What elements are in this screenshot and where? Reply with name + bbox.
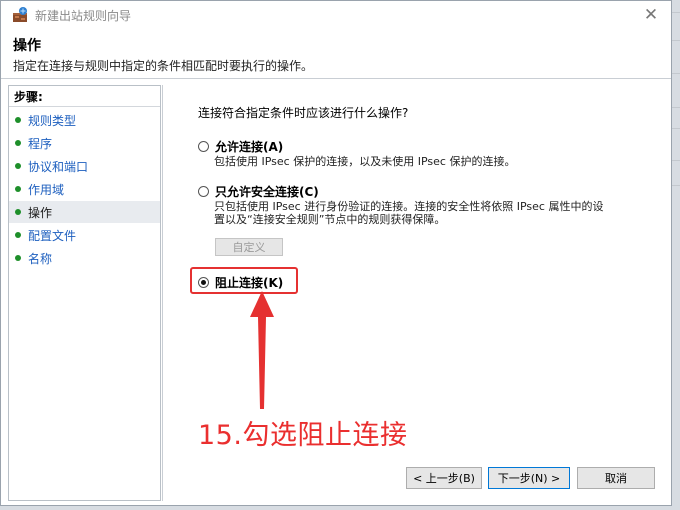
cancel-button[interactable]: 取消 <box>577 467 655 489</box>
step-label: 配置文件 <box>28 228 77 243</box>
page-title: 操作 <box>13 38 41 54</box>
allow-secure-option[interactable]: 只允许安全连接(C) <box>198 183 319 200</box>
block-connection-option[interactable]: 阻止连接(K) <box>198 274 283 291</box>
close-icon: ✕ <box>643 5 659 25</box>
option-description: 置以及“连接安全规则”节点中的规则获得保障。 <box>214 213 446 226</box>
step-label: 作用域 <box>28 182 65 197</box>
back-button[interactable]: < 上一步(B) <box>406 467 482 489</box>
firewall-icon <box>13 7 27 22</box>
step-label: 操作 <box>28 205 53 220</box>
step-label: 协议和端口 <box>28 159 89 174</box>
radio-button-checked[interactable] <box>198 277 209 288</box>
step-label: 规则类型 <box>28 113 77 128</box>
step-profile[interactable]: 配置文件 <box>9 224 160 246</box>
step-action[interactable]: 操作 <box>9 201 160 223</box>
steps-divider <box>9 106 160 107</box>
step-bullet-icon <box>15 186 21 192</box>
radio-button[interactable] <box>198 141 209 152</box>
option-label: 只允许安全连接(C) <box>215 185 319 199</box>
step-scope[interactable]: 作用域 <box>9 178 160 200</box>
step-bullet-icon <box>15 255 21 261</box>
background-window-edge-bottom <box>0 506 680 510</box>
header-divider <box>1 78 671 79</box>
page-description: 指定在连接与规则中指定的条件相匹配时要执行的操作。 <box>13 59 314 73</box>
step-bullet-icon <box>15 163 21 169</box>
next-button[interactable]: 下一步(N) > <box>488 467 570 489</box>
option-description: 只包括使用 IPsec 进行身份验证的连接。连接的安全性将依照 IPsec 属性… <box>214 200 604 213</box>
steps-label: 步骤: <box>14 90 43 104</box>
step-bullet-icon <box>15 209 21 215</box>
step-name[interactable]: 名称 <box>9 247 160 269</box>
option-label: 阻止连接(K) <box>215 276 284 290</box>
step-program[interactable]: 程序 <box>9 132 160 154</box>
close-button[interactable]: ✕ <box>631 1 671 29</box>
option-label: 允许连接(A) <box>215 140 284 154</box>
step-bullet-icon <box>15 232 21 238</box>
steps-panel: 步骤: 规则类型 程序 协议和端口 作用域 操作 配置文件 名称 <box>8 85 161 501</box>
radio-button[interactable] <box>198 186 209 197</box>
customize-button[interactable]: 自定义 <box>215 238 283 256</box>
step-protocol-port[interactable]: 协议和端口 <box>9 155 160 177</box>
arrow-up-icon <box>250 291 274 409</box>
step-label: 名称 <box>28 251 53 266</box>
step-rule-type[interactable]: 规则类型 <box>9 109 160 131</box>
action-question: 连接符合指定条件时应该进行什么操作? <box>198 106 409 120</box>
step-label: 程序 <box>28 136 53 151</box>
wizard-window: 新建出站规则向导 ✕ 操作 指定在连接与规则中指定的条件相匹配时要执行的操作。 … <box>0 0 672 506</box>
annotation-text: 15.勾选阻止连接 <box>198 420 408 451</box>
step-bullet-icon <box>15 140 21 146</box>
allow-connection-option[interactable]: 允许连接(A) <box>198 138 283 155</box>
page-header: 操作 指定在连接与规则中指定的条件相匹配时要执行的操作。 <box>1 29 671 79</box>
option-description: 包括使用 IPsec 保护的连接，以及未使用 IPsec 保护的连接。 <box>214 155 516 168</box>
step-bullet-icon <box>15 117 21 123</box>
title-bar: 新建出站规则向导 ✕ <box>1 1 671 29</box>
window-title: 新建出站规则向导 <box>35 8 132 23</box>
background-window-edge <box>672 0 680 510</box>
main-panel: 连接符合指定条件时应该进行什么操作? 允许连接(A) 包括使用 IPsec 保护… <box>162 85 671 501</box>
